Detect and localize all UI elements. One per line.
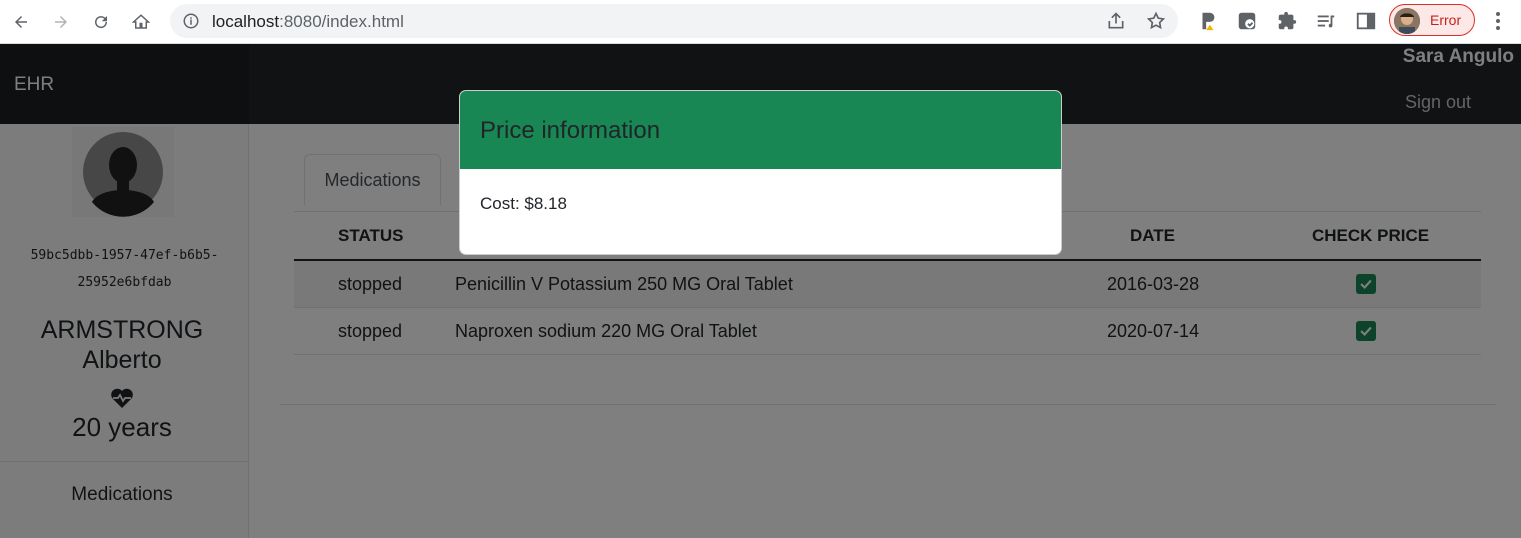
home-icon[interactable] (127, 8, 155, 36)
modal-title: Price information (480, 117, 661, 144)
price-modal: Price information Cost: $8.18 (459, 90, 1062, 255)
profile-avatar (1394, 8, 1420, 34)
profile-error-label: Error (1430, 12, 1462, 28)
modal-header: Price information (460, 91, 1061, 169)
extension-icon[interactable] (1197, 10, 1219, 32)
reload-icon[interactable] (87, 8, 115, 36)
url-text[interactable]: localhost:8080/index.html (212, 12, 404, 32)
reading-list-icon[interactable] (1315, 10, 1337, 32)
profile-button[interactable]: Error (1389, 4, 1475, 36)
forward-icon[interactable] (47, 8, 75, 36)
address-bar[interactable]: localhost:8080/index.html (170, 4, 1178, 38)
menu-icon[interactable] (1488, 10, 1508, 32)
star-icon[interactable] (1146, 11, 1166, 31)
puzzle-icon[interactable] (1276, 10, 1298, 32)
url-host: localhost (212, 12, 280, 31)
share-icon[interactable] (1106, 11, 1126, 31)
browser-toolbar: localhost:8080/index.html Error (0, 0, 1521, 44)
info-icon[interactable] (182, 12, 200, 30)
extension-icon[interactable] (1236, 10, 1258, 32)
back-icon[interactable] (7, 8, 35, 36)
url-path: :8080/index.html (279, 12, 404, 31)
side-panel-icon[interactable] (1355, 10, 1377, 32)
modal-body-cost: Cost: $8.18 (480, 194, 567, 213)
